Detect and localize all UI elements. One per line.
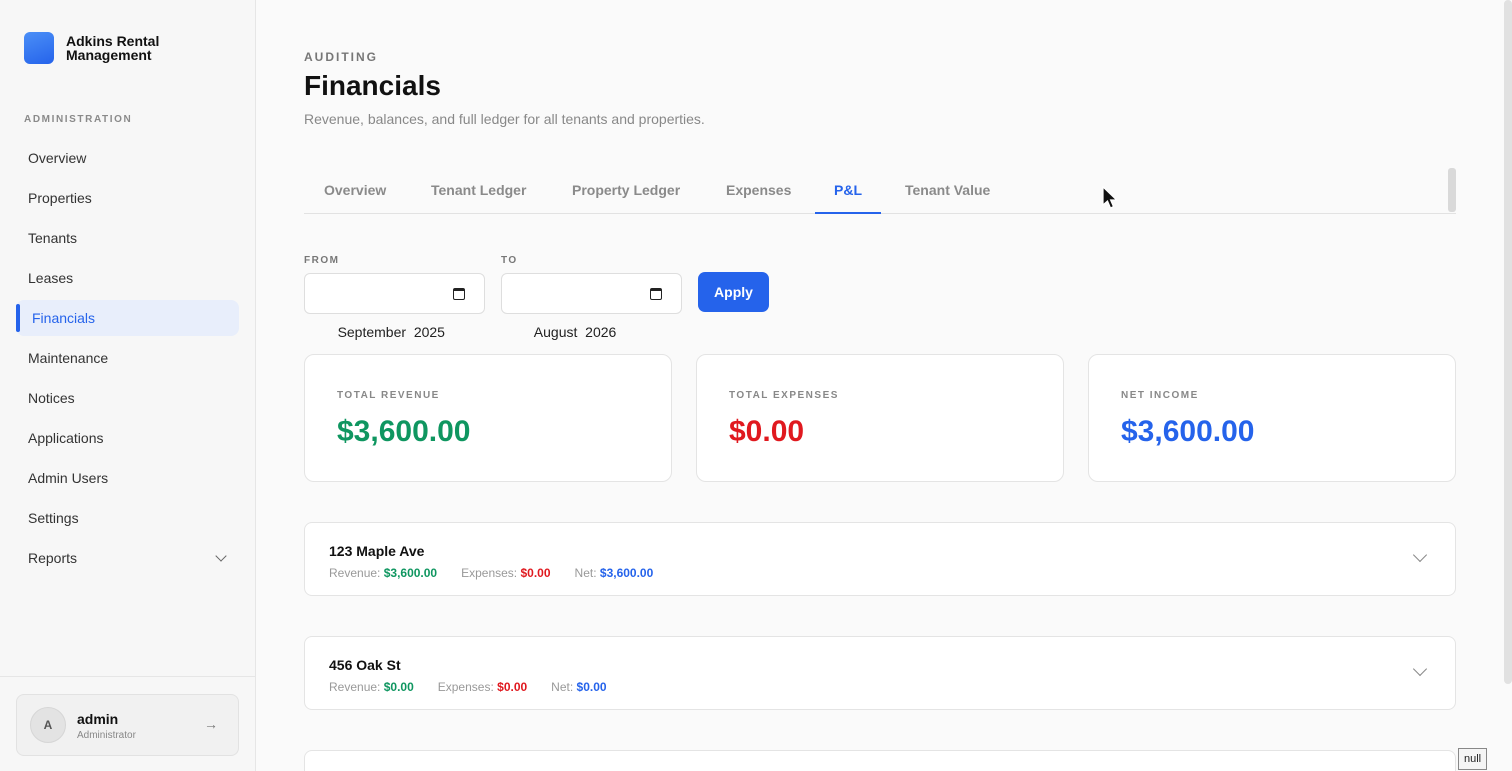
sidebar-item-leases[interactable]: Leases — [16, 260, 239, 296]
sidebar-footer: A admin Administrator → — [0, 676, 256, 771]
net-label: Net: — [574, 566, 597, 580]
property-revenue: Revenue: $3,600.00 — [329, 566, 437, 580]
sidebar: Adkins Rental Management ADMINISTRATION … — [0, 0, 256, 771]
net-value: $0.00 — [576, 680, 607, 694]
chevron-down-icon — [215, 550, 227, 562]
tab-tenant-value[interactable]: Tenant Value — [905, 168, 990, 214]
property-net: Net: $0.00 — [551, 680, 606, 694]
sidebar-item-notices[interactable]: Notices — [16, 380, 239, 416]
calendar-icon[interactable] — [453, 288, 465, 300]
page-title: Financials — [304, 70, 441, 101]
to-date-input[interactable]: August 2026 — [501, 273, 682, 340]
tab-scrollbar[interactable] — [1448, 168, 1456, 212]
property-name: 456 Oak St — [329, 657, 401, 673]
tab-p-and-l[interactable]: P&L — [815, 168, 881, 214]
user-name: admin — [77, 711, 119, 727]
sidebar-item-overview[interactable]: Overview — [16, 140, 239, 176]
sidebar-item-reports-label: Reports — [28, 550, 78, 566]
property-name: 123 Maple Ave — [329, 543, 425, 559]
net-income-value: $3,600.00 — [1121, 415, 1255, 448]
mouse-cursor-icon — [1102, 186, 1118, 209]
from-label: FROM — [304, 255, 340, 266]
property-expenses: Expenses: $0.00 — [461, 566, 550, 580]
property-row[interactable]: 456 Oak St Revenue: $0.00 Expenses: $0.0… — [304, 636, 1456, 710]
sidebar-item-financials[interactable]: Financials — [16, 300, 239, 336]
property-net: Net: $3,600.00 — [575, 566, 654, 580]
total-expenses-card: TOTAL EXPENSES $0.00 — [696, 354, 1064, 482]
revenue-label: Revenue: — [329, 680, 381, 694]
main-content: AUDITING Financials Revenue, balances, a… — [256, 0, 1512, 771]
to-date-value: August 2026 — [533, 324, 617, 340]
from-date-input[interactable]: September 2025 — [304, 273, 485, 340]
sidebar-item-applications[interactable]: Applications — [16, 420, 239, 456]
expenses-label: Expenses: — [461, 566, 518, 580]
tab-tenant-ledger[interactable]: Tenant Ledger — [431, 168, 526, 214]
total-revenue-label: TOTAL REVENUE — [337, 390, 440, 401]
sidebar-item-settings[interactable]: Settings — [16, 500, 239, 536]
arrow-right-icon[interactable]: → — [204, 716, 218, 732]
property-metrics: Revenue: $0.00 Expenses: $0.00 Net: $0.0… — [329, 680, 607, 694]
property-row[interactable]: 123 Maple Ave Revenue: $3,600.00 Expense… — [304, 522, 1456, 596]
revenue-value: $3,600.00 — [383, 566, 438, 580]
net-income-card: NET INCOME $3,600.00 — [1088, 354, 1456, 482]
page-scrollbar[interactable] — [1504, 0, 1512, 684]
property-row[interactable] — [304, 750, 1456, 771]
tab-bar: Overview Tenant Ledger Property Ledger E… — [304, 168, 1456, 214]
net-value: $3,600.00 — [599, 566, 654, 580]
sidebar-nav: Overview Properties Tenants Leases Finan… — [16, 140, 239, 580]
property-expenses: Expenses: $0.00 — [438, 680, 527, 694]
tab-expenses[interactable]: Expenses — [726, 168, 791, 214]
sidebar-item-properties[interactable]: Properties — [16, 180, 239, 216]
nav-section-label: ADMINISTRATION — [24, 114, 133, 125]
property-metrics: Revenue: $3,600.00 Expenses: $0.00 Net: … — [329, 566, 653, 580]
brand-name: Adkins Rental Management — [66, 33, 160, 63]
chevron-down-icon[interactable] — [1412, 661, 1428, 677]
null-tooltip: null — [1458, 748, 1488, 770]
total-revenue-value: $3,600.00 — [337, 415, 471, 448]
total-revenue-card: TOTAL REVENUE $3,600.00 — [304, 354, 672, 482]
total-expenses-label: TOTAL EXPENSES — [729, 390, 839, 401]
tab-property-ledger[interactable]: Property Ledger — [572, 168, 680, 214]
net-label: Net: — [551, 680, 574, 694]
sidebar-item-maintenance[interactable]: Maintenance — [16, 340, 239, 376]
sidebar-item-reports[interactable]: Reports — [16, 540, 239, 576]
expenses-value: $0.00 — [497, 680, 528, 694]
user-role: Administrator — [77, 730, 136, 741]
avatar: A — [30, 707, 66, 743]
to-label: TO — [501, 255, 518, 266]
sidebar-item-admin-users[interactable]: Admin Users — [16, 460, 239, 496]
from-date-value: September 2025 — [337, 324, 445, 340]
revenue-value: $0.00 — [383, 680, 414, 694]
total-expenses-value: $0.00 — [729, 415, 805, 448]
brand-logo-icon — [24, 32, 54, 64]
page-eyebrow: AUDITING — [304, 50, 378, 64]
sidebar-item-tenants[interactable]: Tenants — [16, 220, 239, 256]
tab-overview[interactable]: Overview — [324, 168, 386, 214]
expenses-label: Expenses: — [437, 680, 494, 694]
net-income-label: NET INCOME — [1121, 390, 1199, 401]
expenses-value: $0.00 — [520, 566, 551, 580]
chevron-down-icon[interactable] — [1412, 547, 1428, 563]
brand[interactable]: Adkins Rental Management — [24, 32, 186, 64]
apply-button[interactable]: Apply — [698, 272, 769, 312]
user-card[interactable]: A admin Administrator → — [16, 694, 239, 756]
revenue-label: Revenue: — [329, 566, 381, 580]
page-subtitle: Revenue, balances, and full ledger for a… — [304, 111, 705, 127]
property-revenue: Revenue: $0.00 — [329, 680, 414, 694]
calendar-icon[interactable] — [650, 288, 662, 300]
